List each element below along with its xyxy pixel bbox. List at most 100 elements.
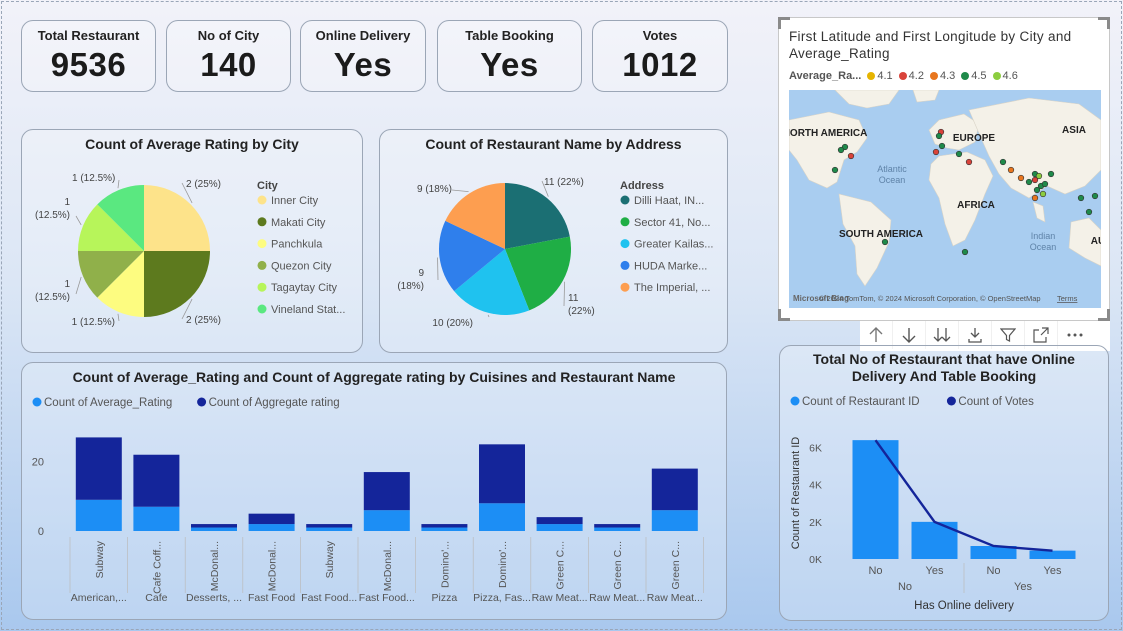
map-legend-item[interactable]: 4.1 (867, 70, 893, 82)
legend-item[interactable]: Sector 41, No... (634, 217, 710, 229)
bar[interactable] (852, 440, 899, 559)
bar-segment[interactable] (594, 527, 641, 531)
pie-data-label: (18%) (397, 281, 424, 292)
map-data-point[interactable] (1025, 178, 1033, 186)
bar-segment[interactable] (306, 524, 353, 528)
map-data-point[interactable] (999, 158, 1007, 166)
legend-item[interactable]: Quezon City (271, 260, 332, 272)
bar-segment[interactable] (191, 527, 237, 531)
legend-item[interactable]: Count of Votes (958, 396, 1034, 408)
map-region-label: ASIA (1062, 125, 1086, 136)
map-legend-item[interactable]: 4.2 (898, 70, 924, 82)
map-data-point[interactable] (961, 248, 969, 256)
map-data-point[interactable] (1041, 180, 1049, 188)
x-tick-label: McDonal... (209, 541, 221, 591)
map-data-point[interactable] (1031, 176, 1039, 184)
map-data-point[interactable] (1085, 208, 1093, 216)
legend-item[interactable]: HUDA Marke... (634, 260, 707, 272)
legend-marker (32, 397, 42, 407)
x-group-label: Pizza (432, 592, 458, 604)
map-data-point[interactable] (1033, 186, 1041, 194)
map-data-point[interactable] (1007, 166, 1015, 174)
bar-segment[interactable] (421, 524, 468, 528)
kpi-online-delivery[interactable]: Online Delivery Yes (300, 20, 426, 92)
bar-segment[interactable] (133, 506, 180, 531)
map-data-point[interactable] (847, 152, 855, 160)
map-legend-item[interactable]: 4.3 (929, 70, 956, 82)
map-visual[interactable]: First Latitude and First Longitude by Ci… (778, 17, 1110, 321)
map-data-point[interactable] (837, 146, 845, 154)
resize-handle[interactable] (1098, 309, 1110, 321)
legend-label: 4.3 (939, 70, 956, 82)
combo-chart-online-delivery[interactable]: Total No of Restaurant that have Online … (779, 345, 1109, 621)
bar-segment[interactable] (363, 472, 410, 511)
resize-handle[interactable] (778, 17, 790, 29)
pie-slice[interactable] (144, 251, 210, 317)
bar-segment[interactable] (248, 524, 295, 531)
x-axis-title: Has Online delivery (914, 600, 1014, 612)
bar-segment[interactable] (421, 527, 468, 531)
bar-segment[interactable] (536, 524, 583, 531)
line-series[interactable] (874, 439, 1053, 552)
map-legend-item[interactable]: 4.5 (961, 70, 987, 82)
legend-item[interactable]: Greater Kailas... (634, 239, 713, 251)
legend-item[interactable]: Count of Aggregate rating (209, 397, 340, 409)
bar-segment[interactable] (651, 510, 698, 531)
bar-segment[interactable] (248, 513, 295, 525)
legend-item[interactable]: Tagaytay City (271, 282, 338, 294)
map-legend-item[interactable]: 4.6 (992, 70, 1018, 82)
bar-segment[interactable] (479, 503, 525, 531)
legend-item[interactable]: Vineland Stat... (271, 304, 345, 316)
bar-segment[interactable] (363, 510, 410, 531)
bar-segment[interactable] (306, 527, 353, 531)
map-data-point[interactable] (938, 142, 946, 150)
map-data-point[interactable] (1017, 174, 1025, 182)
bar-segment[interactable] (479, 444, 525, 504)
x-tick-label: Green C... (670, 541, 682, 589)
map-legend-title: Average_Ra... (789, 70, 862, 82)
map-data-point[interactable] (1039, 190, 1047, 198)
pie-chart-restaurant-by-address[interactable]: Count of Restaurant Name by Address 11 (… (379, 129, 728, 353)
map-data-point[interactable] (935, 132, 943, 140)
bar-segment[interactable] (191, 524, 237, 528)
map-data-point[interactable] (955, 150, 963, 158)
pie-chart-rating-by-city[interactable]: Count of Average Rating by City 2 (25%) 2… (21, 129, 363, 353)
legend-item[interactable]: Makati City (271, 217, 326, 229)
bar-segment[interactable] (75, 437, 122, 500)
map-terms-link[interactable]: Terms (1057, 294, 1078, 303)
legend-item[interactable]: Inner City (271, 195, 319, 207)
kpi-no-of-city[interactable]: No of City 140 (166, 20, 291, 92)
bar-segment[interactable] (133, 454, 180, 507)
x-tick-label: Green C... (555, 541, 567, 589)
legend-item[interactable]: Panchkula (271, 239, 323, 251)
resize-handle[interactable] (1098, 17, 1110, 29)
map-data-point[interactable] (965, 158, 973, 166)
map-data-point[interactable] (932, 148, 940, 156)
pie-slice[interactable] (144, 185, 210, 251)
resize-handle[interactable] (778, 309, 790, 321)
map-data-point[interactable] (831, 166, 839, 174)
legend-item[interactable]: Dilli Haat, IN... (634, 195, 704, 207)
bar[interactable] (1029, 550, 1076, 559)
kpi-votes[interactable]: Votes 1012 (592, 20, 728, 92)
bar-segment[interactable] (594, 524, 641, 528)
map-data-point[interactable] (1077, 194, 1085, 202)
legend-item[interactable]: Count of Restaurant ID (802, 396, 920, 408)
legend-item[interactable]: Count of Average_Rating (44, 397, 172, 409)
bar-segment[interactable] (651, 468, 698, 511)
map-data-point[interactable] (1091, 192, 1099, 200)
map-data-point[interactable] (881, 238, 889, 246)
pie-leader-line (117, 179, 120, 189)
kpi-total-restaurant[interactable]: Total Restaurant 9536 (21, 20, 156, 92)
kpi-table-booking[interactable]: Table Booking Yes (437, 20, 582, 92)
pie-data-label: 9 (418, 268, 424, 279)
map-data-point[interactable] (1047, 170, 1055, 178)
bar-segment[interactable] (75, 499, 122, 531)
legend-marker (620, 260, 630, 270)
stacked-bar-chart-cuisines[interactable]: Count of Average_Rating and Count of Agg… (21, 362, 727, 620)
map-data-point[interactable] (1031, 194, 1039, 202)
world-map[interactable]: NORTH AMERICA EUROPE ASIA AFRICA SOUTH AMERI… (789, 90, 1101, 308)
legend-item[interactable]: The Imperial, ... (634, 282, 710, 294)
bar-segment[interactable] (536, 517, 583, 525)
pie-data-label: 11 (568, 293, 579, 304)
